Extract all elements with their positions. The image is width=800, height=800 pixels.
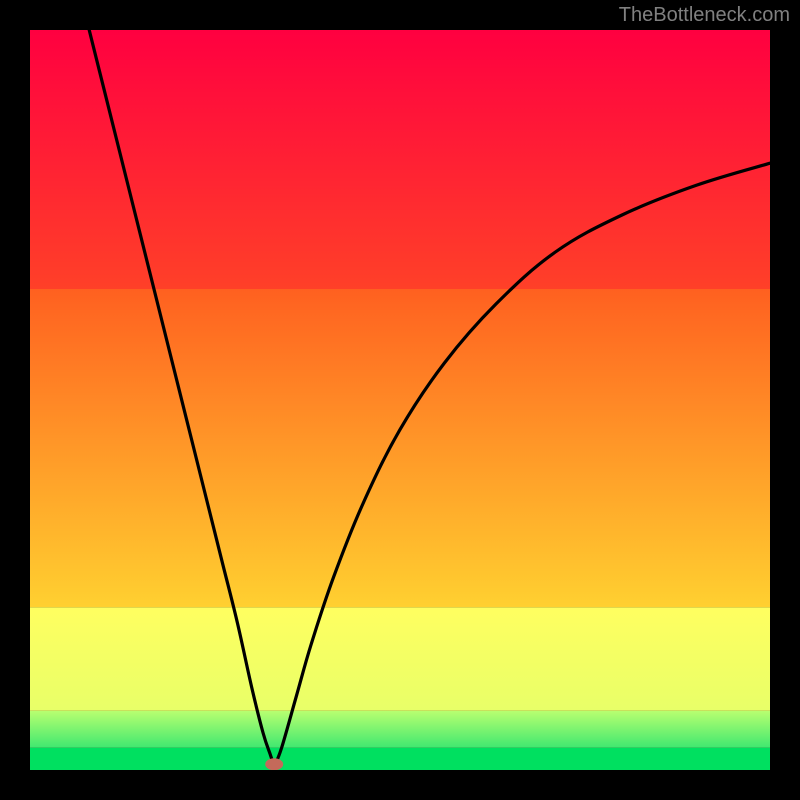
gradient-band	[30, 748, 770, 770]
minimum-marker	[265, 758, 283, 770]
gradient-band	[30, 711, 770, 748]
gradient-band	[30, 607, 770, 711]
gradient-band	[30, 30, 770, 289]
plot-area	[30, 30, 770, 770]
watermark-text: TheBottleneck.com	[619, 4, 790, 27]
chart-svg	[30, 30, 770, 770]
gradient-band	[30, 289, 770, 607]
chart-frame: TheBottleneck.com	[0, 0, 800, 800]
